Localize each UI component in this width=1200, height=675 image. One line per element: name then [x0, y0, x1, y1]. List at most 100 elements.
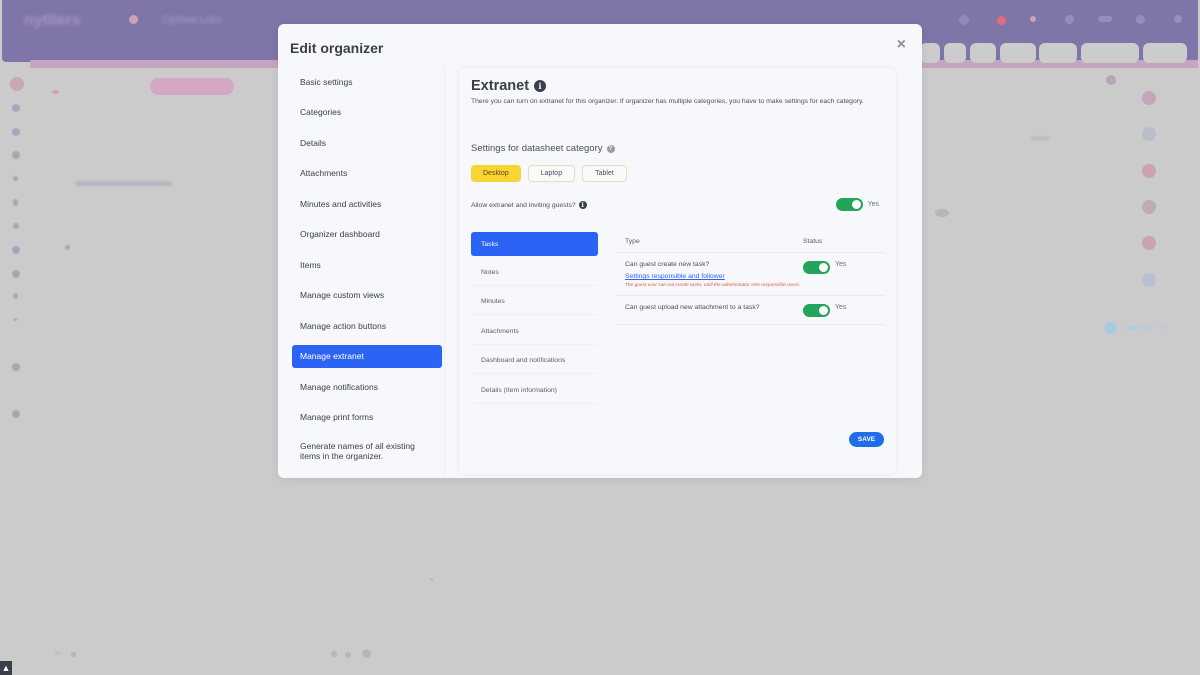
nav-divider	[444, 66, 445, 476]
device-tab-tablet[interactable]: Tablet	[582, 165, 627, 182]
settings-responsible-link[interactable]: Settings responsible and follower	[625, 273, 803, 280]
bg-row-icon	[12, 151, 20, 159]
bg-tab	[1039, 43, 1077, 63]
bg-marker	[345, 652, 351, 658]
allow-extranet-label: Allow extranet and inviting guests? i	[471, 198, 881, 212]
nav-item-manage-extranet[interactable]: Manage extranet	[292, 344, 442, 368]
toggle-knob	[819, 306, 828, 315]
bg-row-icon	[13, 176, 18, 181]
row-status-cell: Yes	[803, 261, 846, 288]
column-header-status: Status	[803, 238, 823, 245]
bg-tab	[1143, 43, 1187, 63]
toggle-knob	[851, 200, 861, 209]
bg-text-line	[1031, 137, 1050, 140]
bg-marker	[430, 578, 433, 581]
bg-tab	[944, 43, 966, 63]
help-icon	[1136, 15, 1145, 24]
workspace-name: Ophise Lalu	[162, 14, 221, 26]
column-header-type: Type	[625, 238, 640, 245]
bg-blue-line	[1127, 326, 1137, 330]
workspace-avatar	[129, 15, 138, 24]
allow-extranet-row: Allow extranet and inviting guests? i Ye…	[471, 198, 881, 212]
nav-item-custom-views[interactable]: Manage custom views	[292, 284, 442, 307]
bg-avatar	[1142, 91, 1156, 105]
bg-text-line	[55, 652, 60, 654]
row-type-text: Can guest upload new attachment to a tas…	[625, 304, 760, 311]
app-logo: nytllers	[24, 12, 81, 29]
sub-nav-minutes[interactable]: Minutes	[471, 289, 598, 315]
bg-tab	[920, 43, 940, 63]
nav-item-notifications[interactable]: Manage notifications	[292, 375, 442, 398]
bg-row-icon	[12, 246, 20, 254]
bg-avatar	[1142, 200, 1156, 214]
bg-tab	[1081, 43, 1139, 63]
bell-icon	[1030, 16, 1036, 22]
bg-marker	[71, 652, 76, 657]
device-tab-laptop[interactable]: Laptop	[527, 165, 576, 182]
sub-nav-dashboard-notifications[interactable]: Dashboard and notifications	[471, 348, 598, 374]
edit-icon	[1174, 15, 1182, 23]
allow-extranet-toggle-wrap: Yes	[835, 198, 879, 211]
table-row: Can guest create new task? Settings resp…	[615, 253, 885, 296]
bg-blue-line	[1158, 326, 1164, 329]
panel-title: Extranet i	[471, 78, 547, 94]
row-type-cell: Can guest upload new attachment to a tas…	[625, 304, 803, 317]
nav-item-minutes-activities[interactable]: Minutes and activities	[292, 192, 442, 215]
bg-avatar	[1142, 236, 1156, 250]
row-type-cell: Can guest create new task? Settings resp…	[625, 261, 803, 288]
search-icon	[959, 15, 969, 25]
bg-marker	[362, 649, 371, 658]
save-button[interactable]: SAVE	[849, 432, 884, 447]
extranet-sub-nav: Tasks Notes Minutes Attachments Dashboar…	[471, 232, 598, 407]
row-status-cell: Yes	[803, 304, 846, 317]
nav-item-details[interactable]: Details	[292, 131, 442, 154]
nav-item-organizer-dashboard[interactable]: Organizer dashboard	[292, 223, 442, 246]
device-tab-desktop[interactable]: Desktop	[471, 165, 521, 182]
nav-item-basic-settings[interactable]: Basic settings	[292, 70, 442, 93]
create-task-toggle[interactable]	[803, 261, 830, 274]
nav-item-items[interactable]: Items	[292, 253, 442, 276]
permissions-table: Type Status Can guest create new task? S…	[615, 231, 885, 325]
help-icon[interactable]: ?	[606, 144, 615, 153]
bg-blue-line	[1142, 326, 1149, 329]
bg-avatar	[1142, 164, 1156, 178]
nav-item-generate-names[interactable]: Generate names of all existing items in …	[292, 436, 442, 466]
nav-item-categories[interactable]: Categories	[292, 101, 442, 124]
section-title-text: Settings for datasheet category	[471, 143, 603, 154]
device-tabs: Desktop Laptop Tablet	[471, 165, 627, 182]
bg-tab	[970, 43, 996, 63]
nav-item-print-forms[interactable]: Manage print forms	[292, 406, 442, 429]
nav-item-action-buttons[interactable]: Manage action buttons	[292, 314, 442, 337]
upload-attachment-toggle[interactable]	[803, 304, 830, 317]
sub-nav-attachments[interactable]: Attachments	[471, 319, 598, 345]
bg-avatar	[1142, 273, 1156, 287]
bg-marker	[331, 651, 337, 657]
bg-tab	[1000, 43, 1036, 63]
table-header: Type Status	[615, 231, 885, 253]
info-icon[interactable]: i	[534, 80, 547, 92]
bg-row-icon	[13, 293, 18, 299]
bg-avatar	[1142, 127, 1156, 141]
sub-nav-notes[interactable]: Notes	[471, 260, 598, 286]
bg-row-icon	[12, 104, 20, 112]
bg-avatar	[10, 77, 24, 91]
close-icon[interactable]: ×	[897, 36, 906, 54]
sub-nav-details[interactable]: Details (Item information)	[471, 378, 598, 404]
bg-row-icon	[12, 363, 20, 371]
bg-row-icon	[12, 128, 20, 136]
info-icon[interactable]: i	[578, 201, 587, 209]
extranet-panel: Extranet i There you can turn on extrane…	[459, 68, 896, 474]
bg-blue-dot	[1105, 322, 1117, 334]
nav-item-attachments[interactable]: Attachments	[292, 162, 442, 185]
bg-row-icon	[14, 318, 17, 321]
allow-extranet-status: Yes	[867, 201, 879, 208]
corner-app-icon[interactable]: ▲	[0, 661, 12, 675]
bg-marker	[52, 90, 59, 94]
panel-title-text: Extranet	[471, 78, 530, 94]
upload-attachment-status: Yes	[835, 304, 847, 311]
bg-marker	[1106, 75, 1116, 85]
bg-date-pill	[150, 78, 234, 95]
notification-icon	[997, 16, 1006, 25]
allow-extranet-toggle[interactable]	[835, 198, 863, 211]
sub-nav-tasks[interactable]: Tasks	[471, 232, 598, 256]
